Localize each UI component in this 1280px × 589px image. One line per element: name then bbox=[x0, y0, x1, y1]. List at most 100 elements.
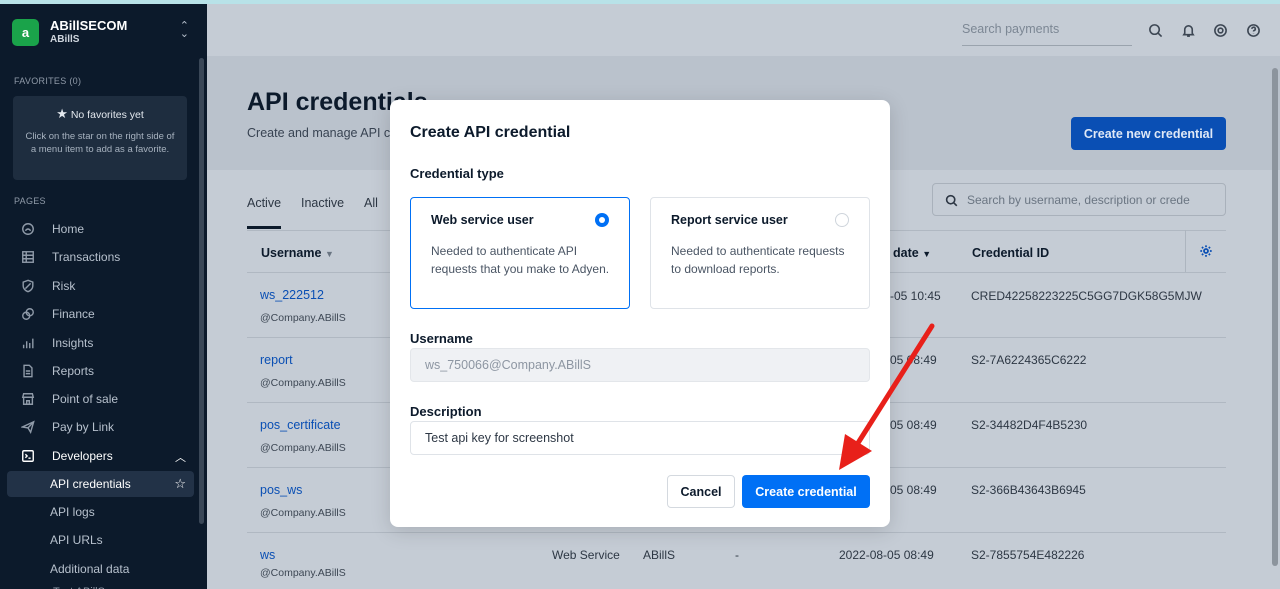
sidebar-item-finance[interactable]: Finance bbox=[7, 301, 194, 327]
description-field[interactable]: Test api key for screenshot bbox=[410, 421, 870, 455]
page-subtitle: Create and manage API cre bbox=[247, 126, 402, 140]
account-name: ABillSECOM bbox=[50, 18, 128, 33]
create-credential-button[interactable]: Create credential bbox=[742, 475, 870, 508]
sidebar-item-transactions[interactable]: Transactions bbox=[7, 244, 194, 270]
row-username-link[interactable]: ws_222512 bbox=[260, 288, 324, 302]
option-report-service-user[interactable]: Report service user Needed to authentica… bbox=[650, 197, 870, 309]
row-credential-id: S2-7855754E482226 bbox=[971, 548, 1085, 562]
column-credential-id[interactable]: Credential ID bbox=[972, 246, 1049, 260]
bar-chart-icon bbox=[20, 335, 36, 351]
favorites-desc: Click on the star on the right side of a… bbox=[25, 131, 175, 155]
row-username-link[interactable]: report bbox=[260, 353, 293, 367]
row-credential-id: S2-7A6224365C6222 bbox=[971, 353, 1087, 367]
account-sub: ABillS bbox=[50, 34, 80, 45]
sidebar-item-api-credentials[interactable]: API credentials ☆ bbox=[7, 471, 194, 497]
column-date[interactable]: date ▼ bbox=[893, 246, 931, 260]
favorites-empty-box: ★ No favorites yet Click on the star on t… bbox=[13, 96, 187, 180]
username-label: Username bbox=[410, 331, 473, 346]
create-api-credential-modal: Create API credential Credential type We… bbox=[390, 100, 890, 527]
sidebar-item-home[interactable]: Home bbox=[7, 216, 194, 242]
credential-type-label: Credential type bbox=[410, 166, 504, 181]
sidebar-scrollbar[interactable] bbox=[199, 58, 204, 524]
option-desc: Needed to authenticate requests to downl… bbox=[671, 244, 845, 276]
coins-icon bbox=[20, 306, 36, 322]
tab-inactive[interactable]: Inactive bbox=[301, 196, 344, 210]
row-date: 05 08:49 bbox=[890, 418, 937, 432]
row-date: 2022-08-05 08:49 bbox=[839, 548, 934, 562]
chevron-up-down-icon[interactable]: ⌃ ⌄ bbox=[180, 21, 189, 40]
sidebar-item-label: Insights bbox=[52, 336, 94, 350]
sidebar-item-label: API URLs bbox=[50, 533, 103, 547]
sidebar-item-label: API credentials bbox=[50, 477, 131, 491]
main-scrollbar[interactable] bbox=[1272, 68, 1278, 566]
row-username-link[interactable]: pos_ws bbox=[260, 483, 302, 497]
sidebar-item-label: Home bbox=[52, 222, 85, 236]
row-credential-id: S2-366B43643B6945 bbox=[971, 483, 1086, 497]
send-icon bbox=[20, 419, 36, 435]
active-tab-indicator bbox=[247, 226, 281, 229]
sidebar-item-developers[interactable]: Developers ︿ bbox=[7, 443, 194, 469]
pages-label: PAGES bbox=[14, 196, 46, 206]
sidebar-item-label: Developers bbox=[52, 449, 113, 463]
row-date: 05 08:49 bbox=[890, 353, 937, 367]
cancel-button[interactable]: Cancel bbox=[667, 475, 735, 508]
bell-icon[interactable] bbox=[1179, 21, 1197, 39]
sidebar-item-label: Reports bbox=[52, 364, 95, 378]
sidebar-item-label: Pay by Link bbox=[52, 420, 115, 434]
sidebar-item-reports[interactable]: Reports bbox=[7, 358, 194, 384]
row-username-link[interactable]: ws bbox=[260, 548, 275, 562]
column-username[interactable]: Username ▼ bbox=[261, 246, 334, 260]
document-icon bbox=[20, 363, 36, 379]
row-date: -05 10:45 bbox=[890, 289, 941, 303]
sort-down-icon: ▼ bbox=[324, 249, 334, 259]
sidebar-item-label: Risk bbox=[52, 279, 76, 293]
option-web-service-user[interactable]: Web service user Needed to authenticate … bbox=[410, 197, 630, 309]
credential-search-input[interactable]: Search by username, description or crede bbox=[932, 183, 1226, 216]
settings-gear-icon[interactable] bbox=[1185, 230, 1226, 272]
row-description: - bbox=[735, 548, 739, 562]
row-credential-id: CRED42258223225C5GG7DGK58G5MJW bbox=[971, 289, 1202, 303]
row-account: ABillS bbox=[643, 548, 676, 562]
sidebar: a ABillSECOM ABillS ⌃ ⌄ FAVORITES (0) ★ No… bbox=[0, 4, 207, 589]
create-new-credential-button[interactable]: Create new credential bbox=[1071, 117, 1226, 150]
radio-unselected[interactable] bbox=[835, 213, 849, 227]
account-switcher[interactable]: a ABillSECOM ABillS ⌃ ⌄ bbox=[12, 16, 195, 50]
favorite-star-icon[interactable]: ☆ bbox=[174, 476, 186, 492]
row-company: @Company.ABillS bbox=[260, 377, 346, 389]
sidebar-item-label: Point of sale bbox=[52, 392, 119, 406]
radio-selected[interactable] bbox=[595, 213, 609, 227]
option-title: Web service user bbox=[431, 213, 534, 227]
sidebar-item-point-of-sale[interactable]: Point of sale bbox=[7, 386, 194, 412]
home-icon bbox=[20, 221, 36, 237]
favorites-label: FAVORITES (0) bbox=[14, 76, 82, 86]
search-icon bbox=[945, 194, 958, 207]
account-logo: a bbox=[12, 19, 39, 46]
favorites-title: No favorites yet bbox=[70, 109, 144, 121]
sidebar-item-insights[interactable]: Insights bbox=[7, 330, 194, 356]
search-icon[interactable] bbox=[1146, 21, 1164, 39]
sidebar-item-risk[interactable]: Risk bbox=[7, 273, 194, 299]
row-date: 05 08:49 bbox=[890, 483, 937, 497]
tab-all[interactable]: All bbox=[364, 196, 378, 210]
row-credential-id: S2-34482D4F4B5230 bbox=[971, 418, 1088, 432]
row-username-link[interactable]: pos_certificate bbox=[260, 418, 341, 432]
username-field: ws_750066@Company.ABillS bbox=[410, 348, 870, 382]
row-company: @Company.ABillS bbox=[260, 312, 346, 324]
chevron-up-icon[interactable]: ︿ bbox=[175, 449, 186, 465]
sidebar-item-label: Finance bbox=[52, 307, 95, 321]
help-icon[interactable] bbox=[1244, 21, 1262, 39]
tab-active[interactable]: Active bbox=[247, 196, 281, 210]
table-icon bbox=[20, 249, 36, 265]
support-icon[interactable] bbox=[1211, 21, 1229, 39]
sidebar-item-label: Additional data bbox=[50, 562, 130, 576]
sidebar-item-api-urls[interactable]: API URLs bbox=[7, 527, 194, 553]
sidebar-cutoff-item[interactable]: Test ABillS bbox=[7, 579, 194, 589]
sidebar-item-pay-by-link[interactable]: Pay by Link bbox=[7, 414, 194, 440]
sidebar-item-api-logs[interactable]: API logs bbox=[7, 499, 194, 525]
row-company: @Company.ABillS bbox=[260, 507, 346, 519]
sort-down-icon: ▼ bbox=[922, 249, 932, 259]
star-icon: ★ bbox=[56, 106, 68, 121]
store-icon bbox=[20, 391, 36, 407]
description-label: Description bbox=[410, 404, 482, 419]
search-payments-input[interactable]: Search payments bbox=[962, 22, 1132, 46]
